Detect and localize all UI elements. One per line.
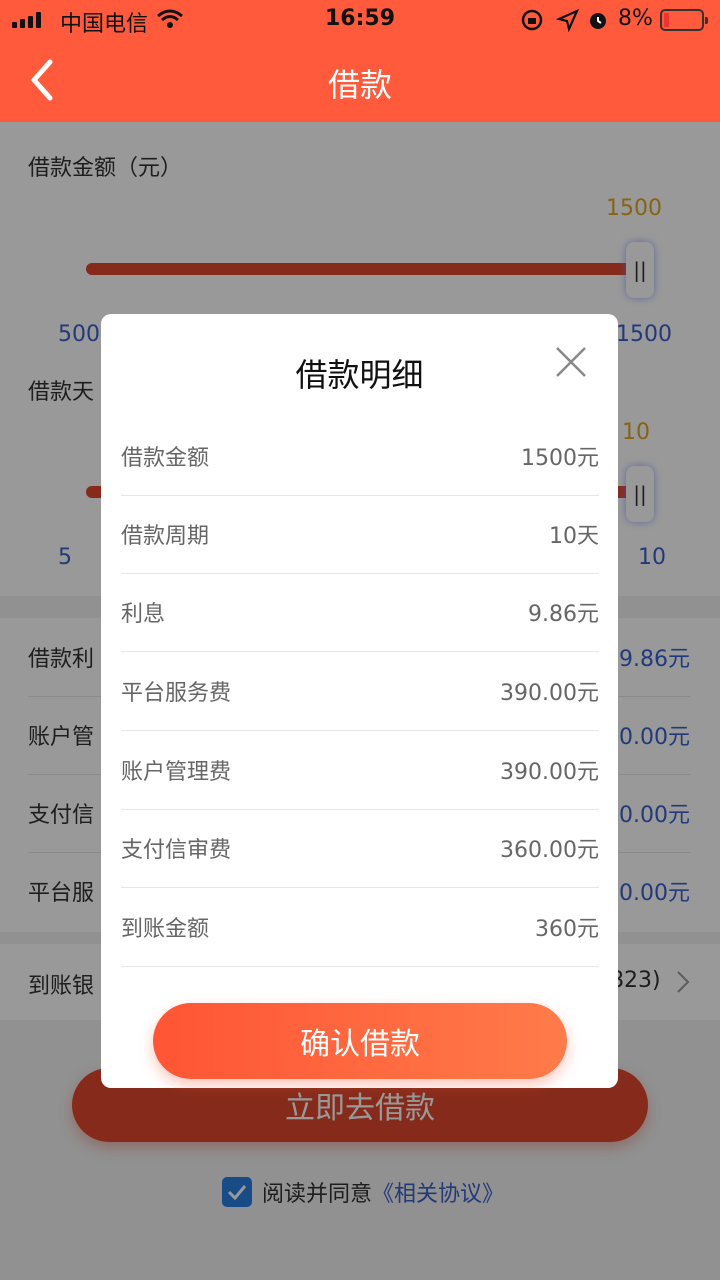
detail-row: 支付信审费 360.00元 xyxy=(121,809,599,888)
modal-title: 借款明细 xyxy=(295,356,424,394)
detail-value: 10天 xyxy=(549,524,599,549)
rotation-lock-icon xyxy=(521,9,543,31)
battery-percent: 8% xyxy=(618,6,653,31)
detail-label: 借款周期 xyxy=(121,524,210,549)
detail-value: 360元 xyxy=(535,917,599,942)
close-icon[interactable] xyxy=(553,344,589,380)
detail-value: 1500元 xyxy=(521,446,599,471)
clock: 16:59 xyxy=(324,6,396,31)
loan-detail-modal: 借款明细 借款金额 1500元 借款周期 10天 利息 9.86元 平台服务费 … xyxy=(101,314,618,1088)
detail-row: 账户管理费 390.00元 xyxy=(121,731,599,810)
nav-bar: 借款 xyxy=(0,40,720,122)
detail-value: 390.00元 xyxy=(500,681,599,706)
detail-row: 到账金额 360元 xyxy=(121,888,599,967)
detail-label: 账户管理费 xyxy=(121,760,232,785)
detail-value: 9.86元 xyxy=(528,602,599,627)
detail-row: 利息 9.86元 xyxy=(121,573,599,652)
detail-label: 平台服务费 xyxy=(121,681,232,706)
detail-label: 支付信审费 xyxy=(121,838,232,863)
detail-value: 390.00元 xyxy=(500,760,599,785)
detail-label: 借款金额 xyxy=(121,446,210,471)
detail-label: 到账金额 xyxy=(121,917,210,942)
alarm-icon xyxy=(590,13,606,29)
status-bar: 中国电信 16:59 8% xyxy=(0,0,720,40)
detail-row: 借款周期 10天 xyxy=(121,495,599,574)
detail-row: 平台服务费 390.00元 xyxy=(121,652,599,731)
detail-label: 利息 xyxy=(121,602,166,627)
page-title: 借款 xyxy=(327,66,392,104)
location-icon xyxy=(556,8,580,32)
confirm-loan-button[interactable]: 确认借款 xyxy=(153,1003,567,1079)
battery-icon xyxy=(660,9,708,31)
detail-row: 借款金额 1500元 xyxy=(121,417,599,496)
detail-value: 360.00元 xyxy=(500,838,599,863)
